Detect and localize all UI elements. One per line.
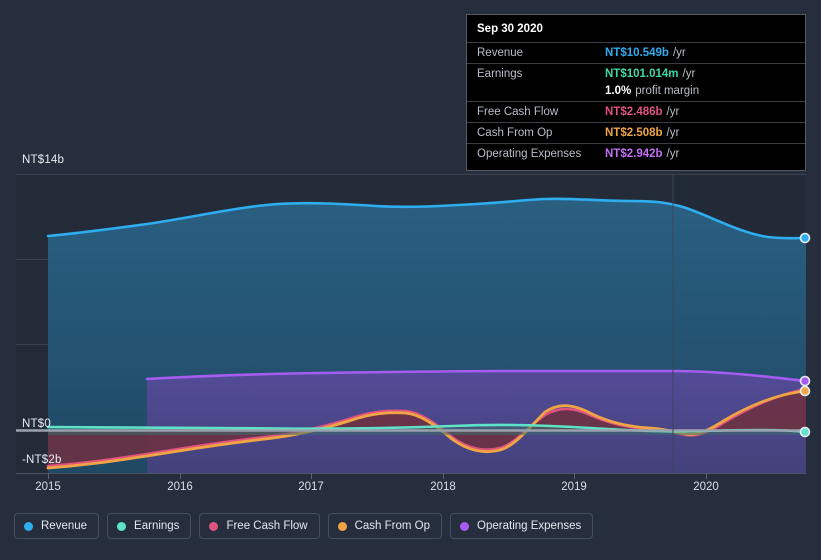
legend-label-earnings: Earnings bbox=[134, 520, 180, 532]
tooltip-row-profit-margin: 1.0% profit margin bbox=[467, 84, 805, 101]
tooltip-label-operating-expenses: Operating Expenses bbox=[477, 148, 582, 160]
legend-label-operating-expenses: Operating Expenses bbox=[477, 520, 582, 532]
legend-label-cash-from-op: Cash From Op bbox=[354, 520, 431, 532]
marker-cfo bbox=[799, 385, 811, 397]
tooltip-unit-cash-from-op: /yr bbox=[666, 127, 680, 139]
x-axis-label-2019: 2019 bbox=[561, 481, 587, 493]
tooltip-date: Sep 30 2020 bbox=[477, 23, 543, 35]
legend-item-operating-expenses[interactable]: Operating Expenses bbox=[450, 513, 594, 539]
x-axis-label-2017: 2017 bbox=[298, 481, 324, 493]
legend-item-earnings[interactable]: Earnings bbox=[107, 513, 192, 539]
legend-dot-icon-operating-expenses bbox=[460, 521, 470, 531]
datapoint-tooltip: Sep 30 2020 Revenue NT$10.549b /yr Earni… bbox=[466, 14, 806, 171]
tooltip-label-cash-from-op: Cash From Op bbox=[477, 127, 553, 139]
tooltip-value-revenue: NT$10.549b bbox=[605, 47, 669, 59]
legend-item-cash-from-op[interactable]: Cash From Op bbox=[327, 513, 443, 539]
tooltip-unit-free-cash-flow: /yr bbox=[666, 106, 680, 118]
tooltip-value-profit-margin: 1.0% bbox=[605, 85, 632, 97]
x-axis-label-2018: 2018 bbox=[430, 481, 456, 493]
chart-page: NT$14b NT$0 -NT$2b 2015 2016 2017 2018 2… bbox=[0, 0, 821, 560]
tooltip-unit-operating-expenses: /yr bbox=[666, 148, 680, 160]
tooltip-row-cash-from-op: Cash From Op NT$2.508b /yr bbox=[467, 122, 805, 143]
tooltip-value-earnings: NT$101.014m bbox=[605, 68, 679, 80]
legend-dot-icon-revenue bbox=[24, 521, 33, 531]
tooltip-label-free-cash-flow: Free Cash Flow bbox=[477, 106, 559, 118]
tooltip-unit-earnings: /yr bbox=[682, 68, 696, 80]
chart-legend: Revenue Earnings Free Cash Flow Cash Fro… bbox=[14, 513, 594, 539]
legend-label-free-cash-flow: Free Cash Flow bbox=[226, 520, 308, 532]
tooltip-row-free-cash-flow: Free Cash Flow NT$2.486b /yr bbox=[467, 101, 805, 122]
y-axis-label-bottom: -NT$2b bbox=[22, 454, 62, 466]
legend-dot-icon-cash-from-op bbox=[337, 521, 347, 531]
tooltip-value-free-cash-flow: NT$2.486b bbox=[605, 106, 663, 118]
legend-dot-icon-earnings bbox=[117, 521, 127, 531]
legend-item-free-cash-flow[interactable]: Free Cash Flow bbox=[199, 513, 320, 539]
y-axis-label-top: NT$14b bbox=[22, 154, 65, 166]
tooltip-unit-profit-margin: profit margin bbox=[635, 85, 700, 97]
tooltip-value-operating-expenses: NT$2.942b bbox=[605, 148, 663, 160]
tooltip-row-operating-expenses: Operating Expenses NT$2.942b /yr bbox=[467, 143, 805, 164]
marker-revenue bbox=[799, 232, 811, 244]
x-axis-label-2020: 2020 bbox=[693, 481, 719, 493]
tooltip-row-revenue: Revenue NT$10.549b /yr bbox=[467, 42, 805, 63]
series-area-opex bbox=[147, 371, 806, 473]
tooltip-label-earnings: Earnings bbox=[477, 68, 523, 80]
tooltip-label-revenue: Revenue bbox=[477, 47, 524, 59]
y-axis-label-zero: NT$0 bbox=[22, 418, 51, 430]
legend-dot-icon-free-cash-flow bbox=[209, 521, 219, 531]
tooltip-unit-revenue: /yr bbox=[672, 47, 686, 59]
marker-earnings bbox=[799, 426, 811, 438]
marker-opex bbox=[799, 375, 811, 387]
x-axis-label-2015: 2015 bbox=[35, 481, 61, 493]
tooltip-value-cash-from-op: NT$2.508b bbox=[605, 127, 663, 139]
x-axis-label-2016: 2016 bbox=[167, 481, 193, 493]
legend-item-revenue[interactable]: Revenue bbox=[14, 513, 100, 539]
legend-label-revenue: Revenue bbox=[41, 520, 88, 532]
tooltip-row-earnings: Earnings NT$101.014m /yr bbox=[467, 63, 805, 84]
